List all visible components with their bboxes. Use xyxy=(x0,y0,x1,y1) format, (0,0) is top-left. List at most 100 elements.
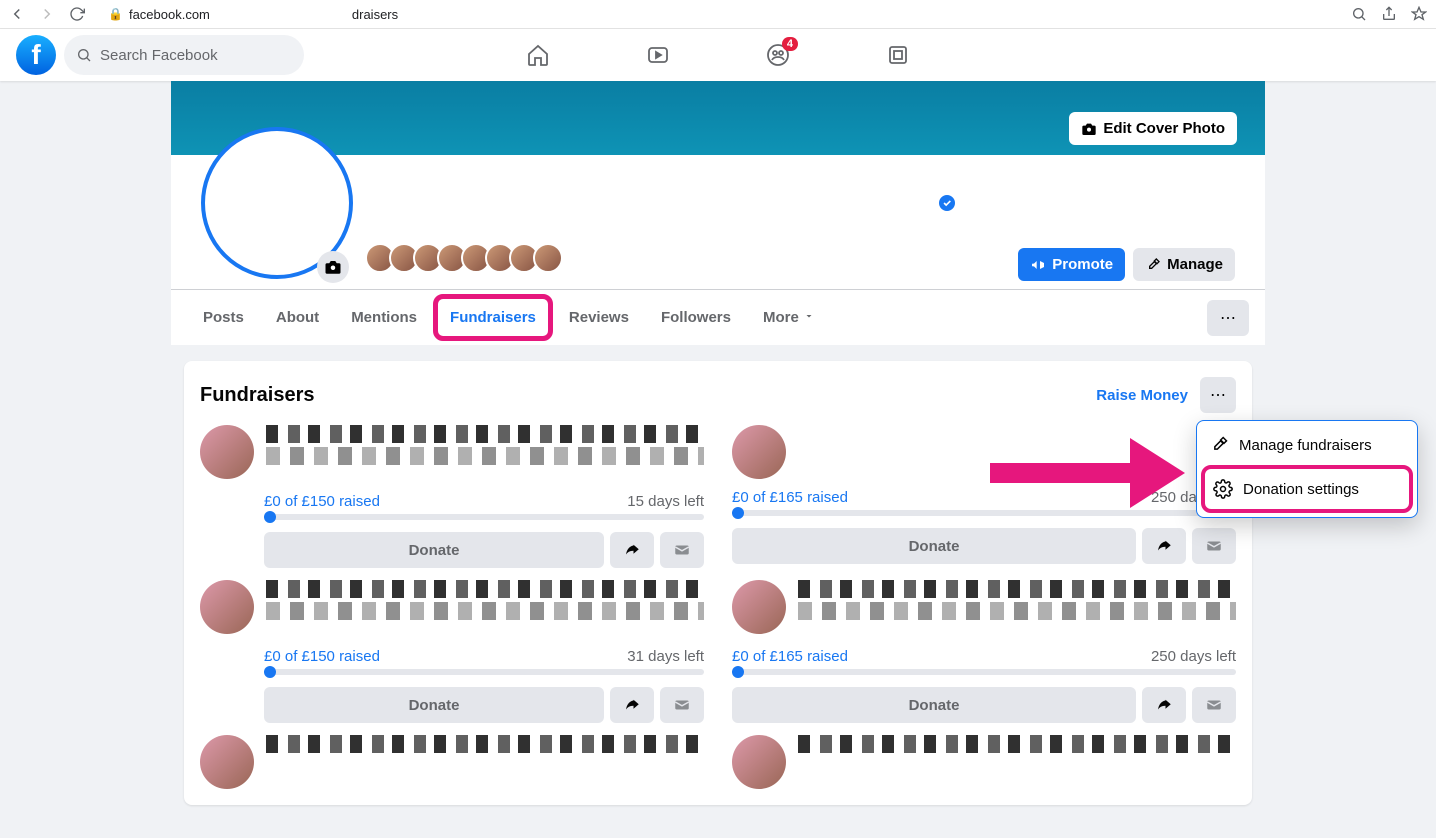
tab-overflow-button[interactable]: ⋯ xyxy=(1207,300,1249,336)
facebook-topnav: f Search Facebook 4 xyxy=(0,29,1436,81)
fundraisers-section: Fundraisers Raise Money ⋯ £0 of £150 rai… xyxy=(184,361,1252,805)
raised-amount: £0 of £165 raised xyxy=(732,489,848,506)
profile-header-wrap: Edit Cover Photo Promote Manage Posts Ab… xyxy=(171,81,1265,345)
dropdown-label: Manage fundraisers xyxy=(1239,437,1372,454)
promote-button[interactable]: Promote xyxy=(1018,248,1125,281)
fundraiser-dropdown: Manage fundraisers Donation settings xyxy=(1196,420,1418,518)
section-title: Fundraisers xyxy=(200,384,1096,407)
edit-avatar-button[interactable] xyxy=(317,251,349,283)
manage-button[interactable]: Manage xyxy=(1133,248,1235,281)
share-arrow-icon xyxy=(623,696,641,714)
raised-amount: £0 of £150 raised xyxy=(264,648,380,665)
tab-mentions[interactable]: Mentions xyxy=(335,293,433,342)
manage-label: Manage xyxy=(1167,256,1223,273)
manage-fundraisers-item[interactable]: Manage fundraisers xyxy=(1201,425,1413,465)
tab-reviews[interactable]: Reviews xyxy=(553,293,645,342)
avatar[interactable] xyxy=(732,425,786,479)
browser-toolbar: 🔒 facebook.com draisers xyxy=(0,0,1436,29)
avatar[interactable] xyxy=(732,735,786,789)
mail-icon xyxy=(1205,696,1223,714)
share-arrow-icon xyxy=(1155,696,1173,714)
progress-bar xyxy=(264,669,704,675)
mail-icon xyxy=(1205,537,1223,555)
days-left: 250 days left xyxy=(1151,648,1236,665)
donate-button[interactable]: Donate xyxy=(264,687,604,723)
mail-icon xyxy=(673,541,691,559)
dropdown-label: Donation settings xyxy=(1243,481,1359,498)
back-button[interactable] xyxy=(8,5,26,23)
reload-button[interactable] xyxy=(68,5,86,23)
video-icon[interactable] xyxy=(646,43,670,67)
donate-button[interactable]: Donate xyxy=(732,687,1136,723)
gaming-icon[interactable] xyxy=(886,43,910,67)
tab-followers[interactable]: Followers xyxy=(645,293,747,342)
cover-photo: Edit Cover Photo xyxy=(171,81,1265,155)
donate-button[interactable]: Donate xyxy=(732,528,1136,564)
chevron-down-icon xyxy=(803,310,815,322)
forward-button[interactable] xyxy=(38,5,56,23)
fundraiser-card xyxy=(732,735,1236,789)
search-placeholder: Search Facebook xyxy=(100,47,218,64)
message-button[interactable] xyxy=(660,532,704,568)
mail-icon xyxy=(673,696,691,714)
message-button[interactable] xyxy=(1192,528,1236,564)
fundraiser-card: £0 of £165 raised 250 days left Donate xyxy=(732,580,1236,723)
message-button[interactable] xyxy=(1192,687,1236,723)
edit-cover-label: Edit Cover Photo xyxy=(1103,120,1225,137)
redacted-text xyxy=(798,580,1236,638)
home-icon[interactable] xyxy=(526,43,550,67)
redacted-text xyxy=(266,580,704,638)
zoom-icon[interactable] xyxy=(1350,5,1368,23)
camera-icon xyxy=(1081,121,1097,137)
facebook-logo[interactable]: f xyxy=(16,35,56,75)
url-suffix: draisers xyxy=(352,7,398,22)
camera-icon xyxy=(324,258,342,276)
share-icon[interactable] xyxy=(1380,5,1398,23)
url-bar[interactable]: 🔒 facebook.com draisers xyxy=(98,3,1338,25)
fundraiser-card: £0 of £150 raised31 days left Donate xyxy=(200,580,704,723)
redacted-text xyxy=(266,735,704,755)
raise-money-link[interactable]: Raise Money xyxy=(1096,387,1188,404)
gear-icon xyxy=(1213,479,1233,499)
bookmark-icon[interactable] xyxy=(1410,5,1428,23)
days-left: 15 days left xyxy=(627,493,704,510)
promote-label: Promote xyxy=(1052,256,1113,273)
progress-bar xyxy=(264,514,704,520)
share-button[interactable] xyxy=(610,532,654,568)
megaphone-icon xyxy=(1030,257,1046,273)
share-button[interactable] xyxy=(1142,528,1186,564)
groups-icon[interactable]: 4 xyxy=(766,43,790,67)
notification-badge: 4 xyxy=(782,37,798,51)
avatar[interactable] xyxy=(732,580,786,634)
search-input[interactable]: Search Facebook xyxy=(64,35,304,75)
redacted-text xyxy=(266,425,704,483)
tools-icon xyxy=(1145,257,1161,273)
fundraiser-card: £0 of £165 raised250 days left Donate xyxy=(732,425,1236,568)
search-icon xyxy=(76,47,92,63)
avatar[interactable] xyxy=(200,580,254,634)
edit-cover-button[interactable]: Edit Cover Photo xyxy=(1069,112,1237,145)
share-arrow-icon xyxy=(623,541,641,559)
raised-amount: £0 of £165 raised xyxy=(732,648,848,665)
share-button[interactable] xyxy=(610,687,654,723)
tools-icon xyxy=(1209,435,1229,455)
tab-fundraisers[interactable]: Fundraisers xyxy=(433,294,553,341)
verified-badge-icon xyxy=(939,195,955,211)
fundraiser-card xyxy=(200,735,704,789)
tab-more[interactable]: More xyxy=(747,293,831,342)
donate-button[interactable]: Donate xyxy=(264,532,604,568)
avatar[interactable] xyxy=(200,425,254,479)
progress-bar xyxy=(732,510,1236,516)
donation-settings-item[interactable]: Donation settings xyxy=(1201,465,1413,513)
redacted-text xyxy=(798,735,1236,755)
share-arrow-icon xyxy=(1155,537,1173,555)
message-button[interactable] xyxy=(660,687,704,723)
section-more-button[interactable]: ⋯ xyxy=(1200,377,1236,413)
profile-tabs: Posts About Mentions Fundraisers Reviews… xyxy=(171,289,1265,345)
avatar[interactable] xyxy=(200,735,254,789)
share-button[interactable] xyxy=(1142,687,1186,723)
tab-posts[interactable]: Posts xyxy=(187,293,260,342)
fundraiser-card: £0 of £150 raised15 days left Donate xyxy=(200,425,704,568)
tab-about[interactable]: About xyxy=(260,293,335,342)
progress-bar xyxy=(732,669,1236,675)
